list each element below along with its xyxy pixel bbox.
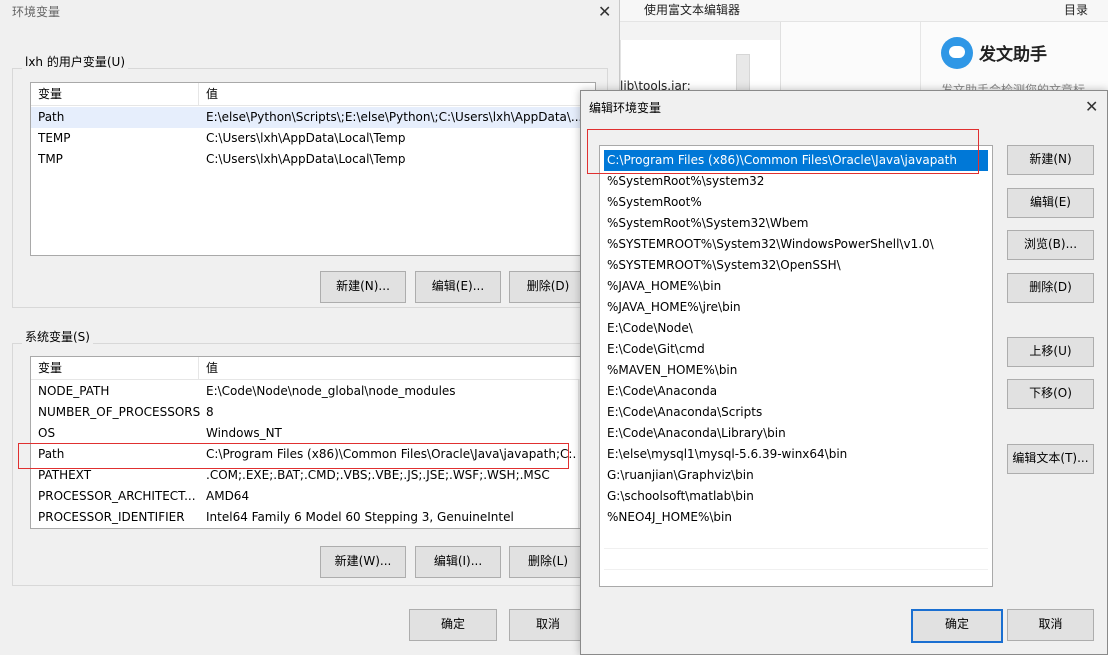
table-row[interactable]: NUMBER_OF_PROCESSORS 8 xyxy=(31,402,595,423)
column-header-val[interactable]: 值 xyxy=(206,83,218,105)
rich-text-editor-link[interactable]: 使用富文本编辑器 xyxy=(644,1,740,18)
list-item[interactable]: %MAVEN_HOME%\bin xyxy=(604,360,988,381)
var-value: E:\else\Python\Scripts\;E:\else\Python\;… xyxy=(206,110,583,124)
table-row[interactable]: PROCESSOR_ARCHITECT... AMD64 xyxy=(31,486,595,507)
assistant-title: 发文助手 xyxy=(979,45,1047,65)
var-name: PROCESSOR_ARCHITECT... xyxy=(38,489,196,503)
edit-text-button[interactable]: 编辑文本(T)... xyxy=(1007,444,1094,474)
edit-entry-button[interactable]: 编辑(E) xyxy=(1007,188,1094,218)
empty-list-slot[interactable] xyxy=(604,549,988,570)
list-item[interactable]: E:\Code\Git\cmd xyxy=(604,339,988,360)
var-value: E:\Code\Node\node_global\node_modules xyxy=(206,384,456,398)
user-edit-button[interactable]: 编辑(E)... xyxy=(415,271,501,303)
table-row[interactable]: OS Windows_NT xyxy=(31,423,595,444)
list-item[interactable]: E:\Code\Anaconda\Library\bin xyxy=(604,423,988,444)
table-row[interactable]: PROCESSOR_IDENTIFIER Intel64 Family 6 Mo… xyxy=(31,507,595,528)
new-entry-button[interactable]: 新建(N) xyxy=(1007,145,1094,175)
ok-button[interactable]: 确定 xyxy=(409,609,497,641)
user-delete-button[interactable]: 删除(D) xyxy=(509,271,587,303)
edit-cancel-button[interactable]: 取消 xyxy=(1007,609,1094,641)
edit-dialog-title: 编辑环境变量 xyxy=(589,101,662,115)
list-item[interactable]: E:\else\mysql1\mysql-5.6.39-winx64\bin xyxy=(604,444,988,465)
var-value: C:\Users\lxh\AppData\Local\Temp xyxy=(206,131,406,145)
list-item[interactable]: %SystemRoot% xyxy=(604,192,988,213)
var-name: Path xyxy=(38,110,65,124)
edit-ok-button[interactable]: 确定 xyxy=(911,609,1003,643)
var-name: NODE_PATH xyxy=(38,384,110,398)
var-value: 8 xyxy=(206,405,214,419)
list-header: 变量 值 xyxy=(31,83,595,106)
var-name: OS xyxy=(38,426,56,440)
column-header-var[interactable]: 变量 xyxy=(38,83,62,105)
highlight-box xyxy=(18,443,569,469)
highlight-box xyxy=(587,129,979,174)
list-item[interactable]: E:\Code\Anaconda xyxy=(604,381,988,402)
list-item[interactable]: %SYSTEMROOT%\System32\WindowsPowerShell\… xyxy=(604,234,988,255)
dialog-title: 环境变量 xyxy=(12,5,61,19)
list-item[interactable]: %SYSTEMROOT%\System32\OpenSSH\ xyxy=(604,255,988,276)
list-item[interactable]: %JAVA_HOME%\jre\bin xyxy=(604,297,988,318)
column-header-var[interactable]: 变量 xyxy=(38,357,62,379)
var-name: NUMBER_OF_PROCESSORS xyxy=(38,405,201,419)
table-row[interactable]: Path E:\else\Python\Scripts\;E:\else\Pyt… xyxy=(31,107,595,128)
table-row[interactable]: NODE_PATH E:\Code\Node\node_global\node_… xyxy=(31,381,595,402)
sys-vars-label: 系统变量(S) xyxy=(22,328,93,345)
var-name: TMP xyxy=(38,152,63,166)
move-up-button[interactable]: 上移(U) xyxy=(1007,337,1094,367)
user-new-button[interactable]: 新建(N)... xyxy=(320,271,406,303)
close-icon[interactable]: ✕ xyxy=(1085,99,1098,115)
sys-new-button[interactable]: 新建(W)... xyxy=(320,546,406,578)
var-value: C:\Users\lxh\AppData\Local\Temp xyxy=(206,152,406,166)
var-value: Intel64 Family 6 Model 60 Stepping 3, Ge… xyxy=(206,510,514,524)
user-vars-label: lxh 的用户变量(U) xyxy=(22,53,129,70)
list-item[interactable]: G:\ruanjian\Graphviz\bin xyxy=(604,465,988,486)
empty-list-slot[interactable] xyxy=(604,528,988,549)
edit-env-var-dialog: 编辑环境变量 ✕ C:\Program Files (x86)\Common F… xyxy=(580,90,1108,655)
path-entries-list[interactable]: C:\Program Files (x86)\Common Files\Orac… xyxy=(599,145,993,587)
list-item[interactable]: E:\Code\Anaconda\Scripts xyxy=(604,402,988,423)
sys-delete-button[interactable]: 删除(L) xyxy=(509,546,587,578)
list-item[interactable]: %NEO4J_HOME%\bin xyxy=(604,507,988,528)
table-row[interactable]: TMP C:\Users\lxh\AppData\Local\Temp xyxy=(31,149,595,170)
list-item[interactable]: %JAVA_HOME%\bin xyxy=(604,276,988,297)
list-item[interactable]: E:\Code\Node\ xyxy=(604,318,988,339)
table-row[interactable]: TEMP C:\Users\lxh\AppData\Local\Temp xyxy=(31,128,595,149)
move-down-button[interactable]: 下移(O) xyxy=(1007,379,1094,409)
column-header-val[interactable]: 值 xyxy=(206,357,218,379)
var-name: TEMP xyxy=(38,131,71,145)
sys-edit-button[interactable]: 编辑(I)... xyxy=(415,546,501,578)
var-name: PROCESSOR_IDENTIFIER xyxy=(38,510,185,524)
list-item[interactable]: %SystemRoot%\System32\Wbem xyxy=(604,213,988,234)
list-item[interactable]: %SystemRoot%\system32 xyxy=(604,171,988,192)
cancel-button[interactable]: 取消 xyxy=(509,609,587,641)
user-vars-list[interactable]: 变量 值 Path E:\else\Python\Scripts\;E:\els… xyxy=(30,82,596,256)
var-value: Windows_NT xyxy=(206,426,282,440)
delete-entry-button[interactable]: 删除(D) xyxy=(1007,273,1094,303)
env-vars-dialog: 环境变量 ✕ lxh 的用户变量(U) 变量 值 Path E:\else\Py… xyxy=(0,0,620,655)
assistant-logo-icon xyxy=(941,37,973,69)
list-header: 变量 值 xyxy=(31,357,595,380)
list-item[interactable]: G:\schoolsoft\matlab\bin xyxy=(604,486,988,507)
toc-menu[interactable]: 目录 xyxy=(1064,1,1088,18)
close-icon[interactable]: ✕ xyxy=(598,4,611,20)
var-value: AMD64 xyxy=(206,489,250,503)
browse-button[interactable]: 浏览(B)... xyxy=(1007,230,1094,260)
